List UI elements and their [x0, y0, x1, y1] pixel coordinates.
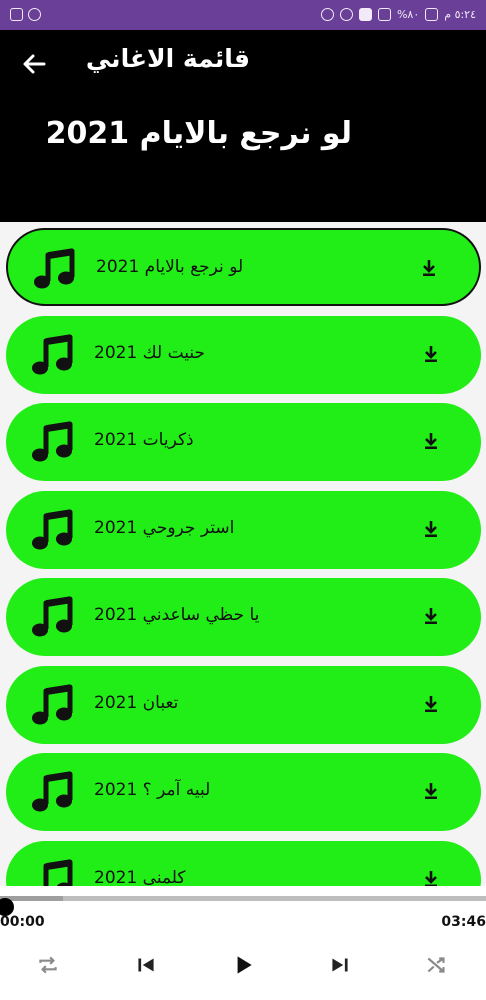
download-icon[interactable]	[423, 870, 439, 887]
song-title: حنيت لك 2021	[94, 342, 206, 363]
song-title: كلمني 2021	[94, 867, 186, 887]
download-icon[interactable]	[423, 345, 439, 363]
song-title: لبيه آمر ؟ 2021	[94, 780, 211, 800]
skip-previous-icon[interactable]	[133, 952, 159, 978]
now-playing-title: لو نرجع بالايام 2021	[45, 116, 352, 151]
song-title: استر جروحي 2021	[94, 517, 235, 538]
download-icon[interactable]	[423, 432, 439, 450]
music-note-icon	[32, 771, 73, 812]
status-bar: %٨٠ ٥:٢٤ م	[0, 0, 486, 30]
song-item[interactable]: لبيه آمر ؟ 2021	[6, 753, 481, 831]
seek-bar[interactable]	[0, 896, 486, 916]
music-note-icon	[34, 248, 75, 289]
status-left-icons	[10, 8, 41, 21]
shuffle-icon[interactable]	[424, 952, 450, 978]
play-icon[interactable]	[230, 952, 256, 978]
signal-icon	[377, 8, 391, 21]
song-title: ذكريات 2021	[94, 430, 194, 450]
app-title: قائمة الاغاني	[85, 44, 250, 73]
music-note-icon	[32, 683, 73, 724]
wifi-icon	[339, 8, 353, 21]
download-icon[interactable]	[423, 782, 439, 800]
skip-next-icon[interactable]	[327, 952, 353, 978]
arrow-left-icon[interactable]	[18, 48, 50, 80]
song-title: تعبان 2021	[94, 692, 179, 713]
download-icon[interactable]	[423, 520, 439, 538]
download-icon[interactable]	[421, 259, 437, 277]
song-title: يا حظي ساعدني 2021	[94, 605, 260, 625]
app-header: قائمة الاغاني لو نرجع بالايام 2021	[0, 30, 486, 222]
music-note-icon	[43, 858, 73, 886]
song-list[interactable]: لو نرجع بالايام 2021 حنيت لك 2021 ذكريات 2…	[0, 222, 486, 886]
battery-percent: %٨٠	[396, 8, 420, 21]
repeat-icon[interactable]	[35, 952, 61, 978]
download-icon[interactable]	[423, 695, 439, 713]
song-item[interactable]: استر جروحي 2021	[6, 490, 481, 569]
music-note-icon	[32, 421, 73, 462]
song-item[interactable]: لو نرجع بالايام 2021	[6, 228, 481, 306]
current-time: 00:00	[0, 914, 45, 930]
song-item[interactable]: حنيت لك 2021	[6, 315, 481, 394]
messenger-icon	[28, 8, 41, 21]
song-item[interactable]: كلمني 2021	[6, 840, 481, 887]
gallery-icon	[10, 8, 23, 21]
alarm-icon	[320, 8, 334, 21]
battery-icon	[425, 8, 439, 21]
notification-icon	[358, 8, 372, 21]
music-note-icon	[32, 596, 73, 637]
song-title: لو نرجع بالايام 2021	[96, 257, 244, 277]
total-time: 03:46	[441, 914, 486, 930]
song-item[interactable]: ذكريات 2021	[6, 403, 481, 481]
music-note-icon	[32, 508, 73, 549]
status-right-icons: %٨٠ ٥:٢٤ م	[320, 8, 476, 21]
song-item[interactable]: يا حظي ساعدني 2021	[6, 578, 481, 656]
download-icon[interactable]	[423, 607, 439, 625]
music-note-icon	[32, 333, 73, 374]
status-time: ٥:٢٤ م	[444, 8, 476, 21]
song-item[interactable]: تعبان 2021	[6, 665, 481, 744]
player-controls: 00:00 03:46	[0, 886, 486, 1000]
